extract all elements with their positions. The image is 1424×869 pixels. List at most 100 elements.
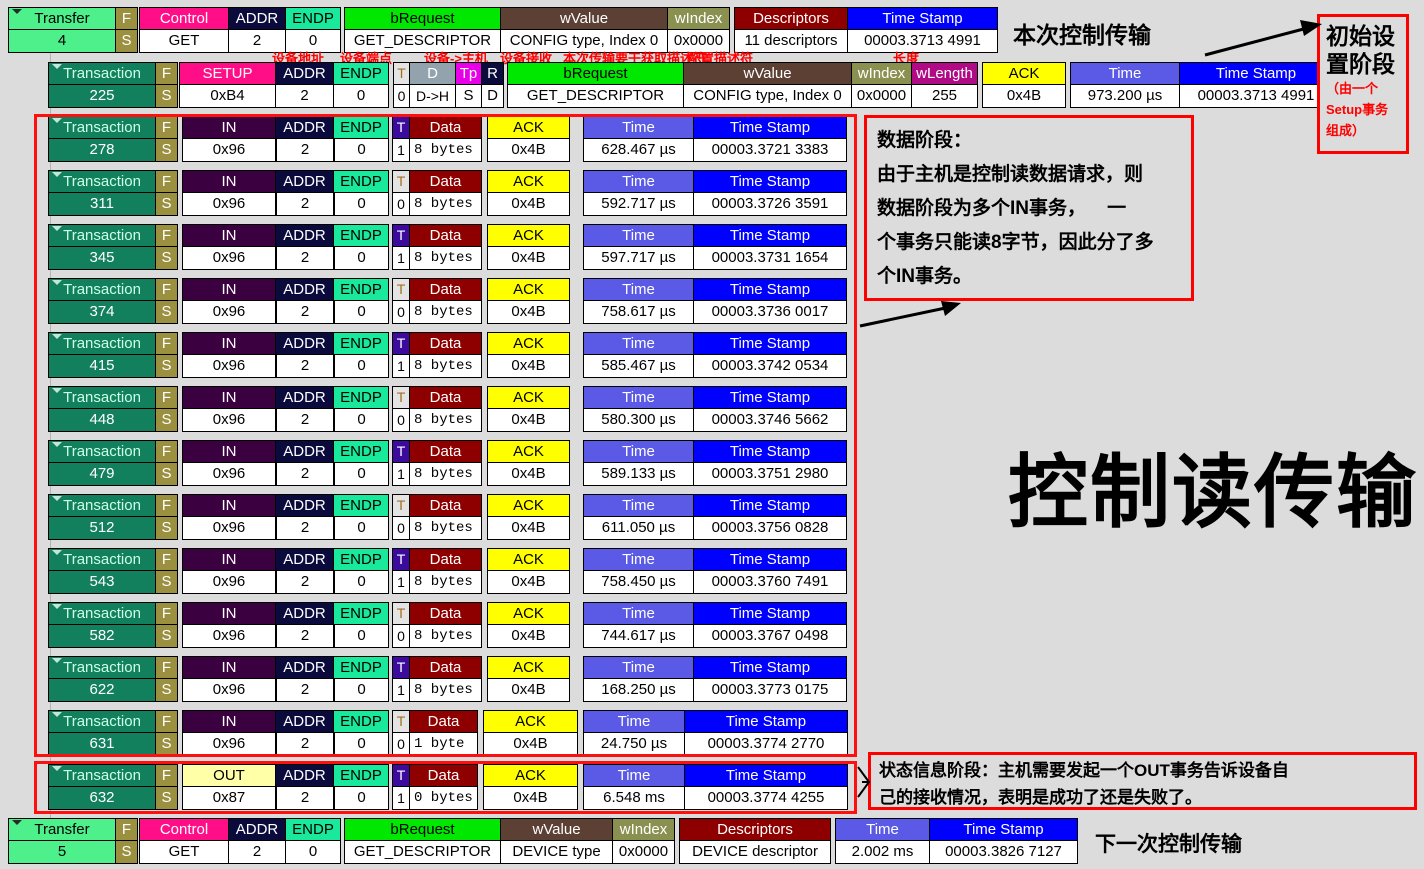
- transaction-f-label: F: [156, 63, 177, 85]
- transfer-s-label: S: [121, 32, 132, 49]
- transfer-fs-cell: F S: [116, 7, 138, 53]
- field-value: CONFIG type, Index 0: [684, 85, 852, 108]
- field-timestamp[interactable]: Time Stamp 00003.3826 7127: [930, 818, 1078, 864]
- field-value: GET: [139, 30, 229, 53]
- field-addr[interactable]: ADDR 2: [276, 62, 334, 108]
- field-header: wIndex: [852, 62, 912, 85]
- field-descriptors[interactable]: Descriptors DEVICE descriptor: [679, 818, 831, 864]
- field-windex[interactable]: wIndex 0x0000: [613, 818, 675, 864]
- field-header: ENDP: [286, 818, 341, 841]
- field-descriptors[interactable]: Descriptors 11 descriptors: [734, 7, 848, 53]
- field-header: Time Stamp: [1180, 62, 1333, 85]
- transaction-label-cell: Transaction 225: [48, 62, 156, 108]
- current-transfer-callout: 本次控制传输: [1013, 22, 1151, 48]
- field-endp[interactable]: ENDP 0: [286, 7, 341, 53]
- field-time[interactable]: Time 2.002 ms: [835, 818, 930, 864]
- field-addr[interactable]: ADDR 2: [229, 818, 286, 864]
- transfer-label: Transfer: [9, 8, 115, 30]
- field-brequest[interactable]: bRequest GET_DESCRIPTOR: [507, 62, 684, 108]
- big-title: 控制读传输: [1008, 448, 1418, 537]
- field-value: GET_DESCRIPTOR: [344, 841, 501, 864]
- field-header: wIndex: [613, 818, 675, 841]
- field-header: bRequest: [344, 7, 501, 30]
- field-header: Control: [139, 7, 229, 30]
- field-header: Time: [1070, 62, 1180, 85]
- setup-transaction-label[interactable]: Transaction 225 F S: [48, 62, 178, 108]
- field-header: wValue: [501, 7, 668, 30]
- field-timestamp[interactable]: Time Stamp 00003.3713 4991: [1180, 62, 1333, 108]
- field-toggle[interactable]: T 0: [393, 62, 410, 108]
- transfer-index: 5: [57, 843, 67, 860]
- expand-caret-icon[interactable]: [12, 820, 22, 825]
- transfer-row-bottom[interactable]: Transfer 5 F S: [8, 818, 138, 864]
- setup-stage-arrow-icon: [1204, 20, 1322, 57]
- field-value: 00003.3713 4991: [848, 30, 998, 53]
- field-header: SETUP: [179, 62, 276, 85]
- field-header: wLength: [912, 62, 978, 85]
- field-windex[interactable]: wIndex 0x0000: [852, 62, 912, 108]
- expand-caret-icon[interactable]: [52, 64, 62, 69]
- field-header: ENDP: [286, 7, 341, 30]
- field-header: Time Stamp: [930, 818, 1078, 841]
- data-stage-arrow-icon: [859, 301, 961, 328]
- field-control[interactable]: Control GET: [139, 7, 229, 53]
- field-value: D->H: [410, 85, 456, 108]
- field-recipient[interactable]: R D: [482, 62, 504, 108]
- field-ack[interactable]: ACK 0x4B: [982, 62, 1066, 108]
- field-header: D: [410, 62, 456, 85]
- field-header: Time Stamp: [848, 7, 998, 30]
- field-value: 00003.3826 7127: [930, 841, 1078, 864]
- field-value: 2.002 ms: [835, 841, 930, 864]
- setup-stage-title-1: 初始设: [1326, 23, 1395, 49]
- field-value: S: [456, 85, 482, 108]
- field-brequest[interactable]: bRequest GET_DESCRIPTOR: [344, 818, 501, 864]
- field-addr[interactable]: ADDR 2: [229, 7, 286, 53]
- field-value: D: [482, 85, 504, 108]
- field-header: wValue: [684, 62, 852, 85]
- transfer-label-cell: Transfer 5: [8, 818, 116, 864]
- transfer-s-label: S: [121, 843, 132, 860]
- field-value: DEVICE descriptor: [679, 841, 831, 864]
- setup-stage-sub-1: （由一个: [1326, 81, 1379, 96]
- field-header: ADDR: [276, 62, 334, 85]
- field-wvalue[interactable]: wValue DEVICE type: [501, 818, 613, 864]
- field-windex[interactable]: wIndex 0x0000: [668, 7, 730, 53]
- field-header: ADDR: [229, 818, 286, 841]
- field-type[interactable]: Tp S: [456, 62, 482, 108]
- field-header: wIndex: [668, 7, 730, 30]
- field-time[interactable]: Time 973.200 µs: [1070, 62, 1180, 108]
- field-value: 2: [229, 841, 286, 864]
- field-header: Time: [835, 818, 930, 841]
- data-stage-line-2: 由于主机是控制读数据请求，则: [877, 164, 1144, 185]
- field-value: 0: [334, 85, 389, 108]
- field-control[interactable]: Control GET: [139, 818, 229, 864]
- expand-caret-icon[interactable]: [12, 9, 22, 14]
- field-header: bRequest: [344, 818, 501, 841]
- status-stage-note: 状态信息阶段：主机需要发起一个OUT事务告诉设备自 己的接收情况，表明是成功了还…: [868, 752, 1417, 810]
- field-wvalue[interactable]: wValue CONFIG type, Index 0: [684, 62, 852, 108]
- transaction-fs-cell: F S: [156, 62, 178, 108]
- transfer-row-top[interactable]: Transfer 4 F S: [8, 7, 138, 53]
- field-wvalue[interactable]: wValue CONFIG type, Index 0: [501, 7, 668, 53]
- field-endp[interactable]: ENDP 0: [334, 62, 389, 108]
- status-phase-outline: [34, 761, 857, 814]
- field-header: Descriptors: [679, 818, 831, 841]
- transfer-label: Transfer: [9, 819, 115, 841]
- field-value: 2: [276, 85, 334, 108]
- field-header: ADDR: [229, 7, 286, 30]
- setup-stage-sub-2: Setup事务: [1326, 102, 1389, 117]
- field-timestamp[interactable]: Time Stamp 00003.3713 4991: [848, 7, 998, 53]
- field-header: wValue: [501, 818, 613, 841]
- status-stage-brace-icon: [857, 766, 871, 798]
- field-brequest[interactable]: bRequest GET_DESCRIPTOR: [344, 7, 501, 53]
- field-header: ENDP: [334, 62, 389, 85]
- field-header: T: [393, 62, 410, 85]
- field-wlength[interactable]: wLength 255: [912, 62, 978, 108]
- transfer-fs-cell: F S: [116, 818, 138, 864]
- field-direction[interactable]: D D->H: [410, 62, 456, 108]
- field-setup-pid[interactable]: SETUP 0xB4: [179, 62, 276, 108]
- field-value: 0x0000: [613, 841, 675, 864]
- field-endp[interactable]: ENDP 0: [286, 818, 341, 864]
- transaction-s-label: S: [161, 87, 172, 104]
- transfer-bottom-fields: Control GET ADDR 2 ENDP 0 bRequest GET_D…: [139, 818, 1078, 864]
